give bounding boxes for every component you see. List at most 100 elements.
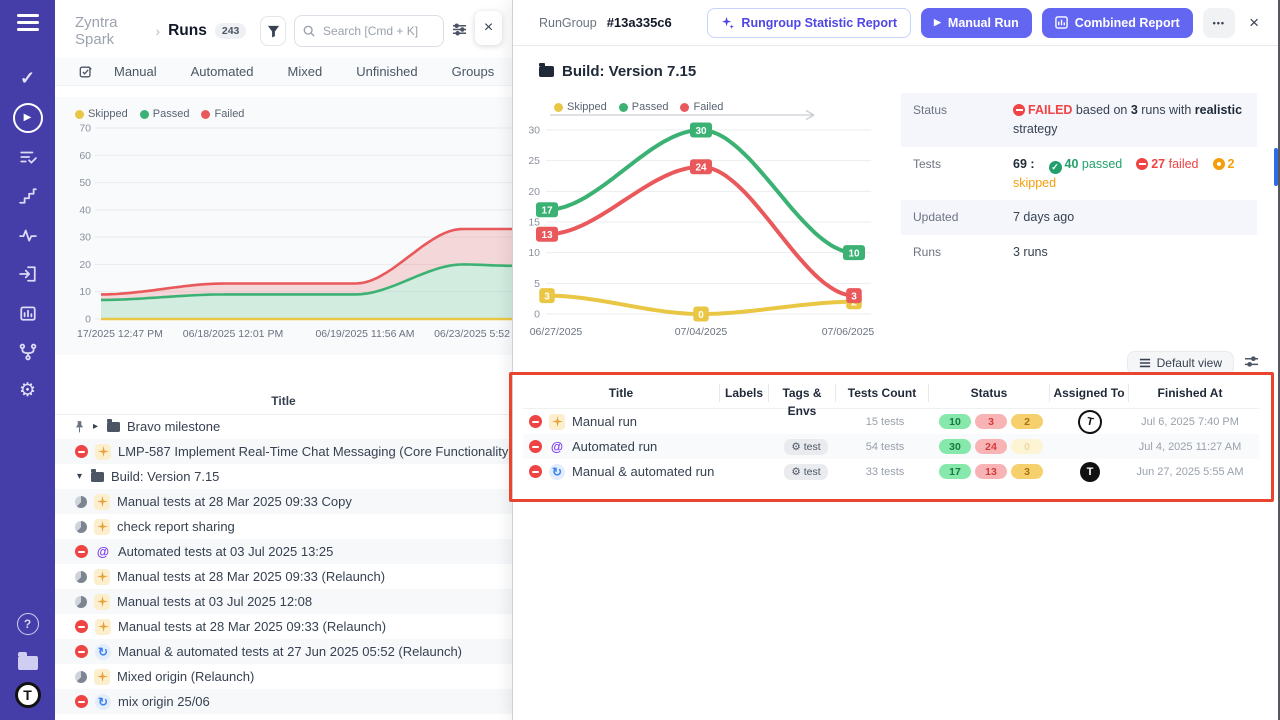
chevron-down-icon[interactable]: ▾ [75,471,84,482]
combined-report-button[interactable]: Combined Report [1042,8,1193,38]
legend-item-skipped[interactable]: Skipped [554,101,607,113]
sidebar-item-analytics[interactable] [0,293,55,332]
svg-text:3: 3 [851,291,857,302]
play-icon: ▶ [934,17,941,28]
svg-text:20: 20 [528,186,540,198]
column-header[interactable]: Tags & Envs [768,384,835,402]
svg-text:30: 30 [695,126,707,137]
svg-text:10: 10 [79,286,91,298]
legend-item-passed[interactable]: Passed [619,101,669,113]
filter-button[interactable] [260,16,286,46]
legend-item-failed[interactable]: Failed [680,101,723,113]
sidebar-item-docs[interactable] [0,643,55,682]
rungroup-statistic-report-button[interactable]: Rungroup Statistic Report [707,8,911,38]
mixed-run-icon: ↻ [549,464,565,480]
run-title: Mixed origin (Relaunch) [117,669,254,684]
svg-text:06/19/2025 11:56 AM: 06/19/2025 11:56 AM [315,328,414,340]
svg-text:5: 5 [534,278,540,290]
funnel-icon [267,25,280,38]
search-input[interactable] [321,23,435,39]
run-list-item[interactable]: ▾Build: Version 7.15 [55,464,512,489]
sidebar-item-branches[interactable] [0,332,55,371]
point-label: 30 [690,123,712,138]
run-list-item[interactable]: Mixed origin (Relaunch) [55,664,512,689]
sidebar-item-help[interactable]: ? [0,604,55,643]
sidebar-item-tests[interactable]: ✓ [0,59,55,98]
tab-mixed[interactable]: Mixed [271,64,340,79]
run-list-item[interactable]: ▸Bravo milestone [55,414,512,439]
info-label: Runs [913,243,1013,262]
run-list-item[interactable]: @Automated tests at 03 Jul 2025 13:25 [55,539,512,564]
run-title: Manual tests at 28 Mar 2025 09:33 Copy [117,494,352,509]
info-row-updated: Updated 7 days ago [901,200,1257,235]
svg-text:06/23/2025 5:52 P: 06/23/2025 5:52 P [434,328,512,340]
column-header[interactable]: Title [523,384,719,402]
tab-unfinished[interactable]: Unfinished [339,64,434,79]
svg-text:17: 17 [541,206,553,217]
legend-item-skipped[interactable]: Skipped [75,108,128,120]
column-header[interactable]: Tests Count [835,384,928,402]
failed-status-icon [75,445,88,458]
sidebar-item-pulse[interactable] [0,215,55,254]
run-list-item[interactable]: ↻mix origin 25/06 [55,689,512,714]
folder-icon [18,656,38,670]
manual-run-button[interactable]: ▶ Manual Run [921,8,1032,38]
sidebar-item-plans[interactable] [0,137,55,176]
info-value: 7 days ago [1013,208,1074,227]
failed-status-icon [75,645,88,658]
point-label: 3 [846,288,862,303]
column-header[interactable]: Finished At [1128,384,1251,402]
legend-item-failed[interactable]: Failed [201,108,244,120]
status-chip-failed: 3 [975,414,1007,429]
failed-status-icon [75,545,88,558]
sliders-icon [1244,354,1259,369]
chevron-right-icon[interactable]: ▸ [91,421,100,432]
view-settings-button[interactable] [452,22,467,40]
run-list-item[interactable]: LMP-587 Implement Real-Time Chat Messagi… [55,439,512,464]
run-list-item[interactable]: ↻Manual & automated tests at 27 Jun 2025… [55,639,512,664]
assignee-cell: T [1051,410,1129,434]
rungroup-chart: SkippedPassedFailed 05101520253030217301… [526,95,878,345]
status-cell: 30240 [931,439,1051,454]
info-value: FAILED based on 3 runs with realistic st… [1013,101,1245,139]
drawer-close-button[interactable]: × [1245,13,1263,33]
sidebar-item-milestones[interactable] [0,176,55,215]
column-header[interactable]: Assigned To [1049,384,1128,402]
breadcrumb-project[interactable]: Zyntra Spark [75,14,147,48]
select-runs-icon[interactable] [79,65,93,79]
table-row[interactable]: Manual run 15 tests 1032 T Jul 6, 2025 7… [523,409,1259,434]
table-row[interactable]: @Automated run ⚙test 54 tests 30240 Jul … [523,434,1259,459]
tab-manual[interactable]: Manual [97,64,174,79]
table-toolbar: Default view [1127,351,1259,375]
tab-groups[interactable]: Groups [435,64,512,79]
sidebar-item-runs[interactable]: ▶ [0,98,55,137]
sidebar-item-settings[interactable]: ⚙ [0,371,55,410]
run-list-item[interactable]: Manual tests at 28 Mar 2025 09:33 Copy [55,489,512,514]
column-header[interactable]: Status [928,384,1049,402]
rungroup-id: #13a335c6 [607,15,672,30]
tests-count-cell: 15 tests [839,416,931,428]
hamburger-menu-icon[interactable] [17,14,39,31]
user-avatar[interactable]: T [15,682,41,708]
column-header[interactable]: Labels [719,384,768,402]
question-icon: ? [17,613,39,635]
run-list-item[interactable]: Manual tests at 03 Jul 2025 12:08 [55,589,512,614]
run-list-item[interactable]: Manual tests at 28 Mar 2025 09:33 (Relau… [55,564,512,589]
legend-item-passed[interactable]: Passed [140,108,190,120]
more-actions-button[interactable]: ••• [1203,8,1235,38]
run-list-item[interactable]: Manual tests at 28 Mar 2025 09:33 (Relau… [55,614,512,639]
tag-chip[interactable]: ⚙test [784,439,827,455]
default-view-button[interactable]: Default view [1127,351,1234,375]
search-box[interactable] [294,15,444,47]
table-settings-button[interactable] [1244,354,1259,372]
table-row[interactable]: ↻Manual & automated run ⚙test 33 tests 1… [523,459,1259,484]
gear-icon: ⚙ [19,379,36,402]
tag-chip[interactable]: ⚙test [784,464,827,480]
run-list-header: Title [55,388,512,415]
passed-check-icon: ✓ [1049,161,1062,174]
play-circle-icon: ▶ [13,103,43,133]
run-list-item[interactable]: check report sharing [55,514,512,539]
tab-automated[interactable]: Automated [174,64,271,79]
panel-close-button[interactable]: × [475,11,502,45]
sidebar-item-import[interactable] [0,254,55,293]
